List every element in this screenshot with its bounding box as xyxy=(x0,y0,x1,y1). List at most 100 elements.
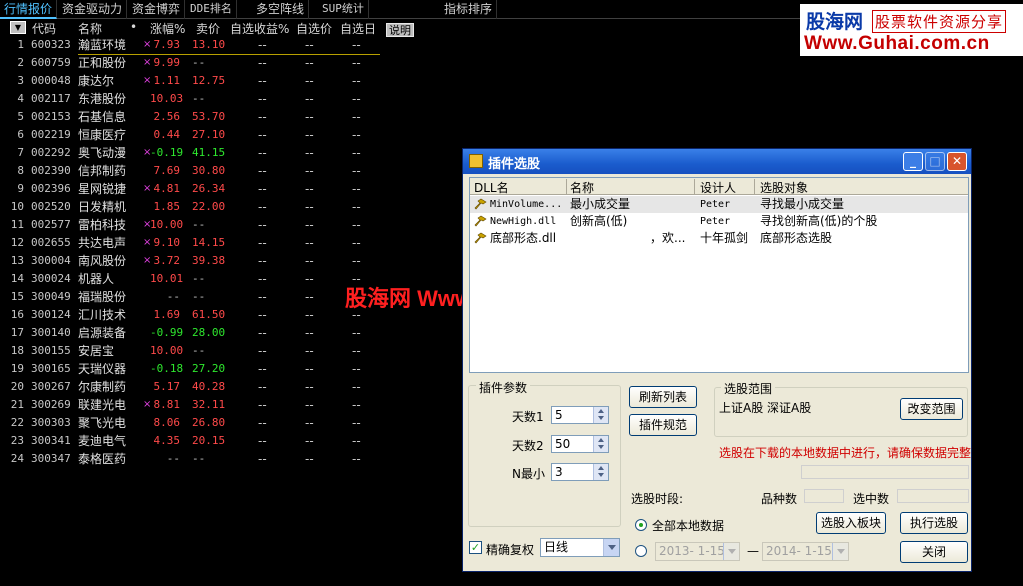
maximize-button[interactable]: □ xyxy=(925,152,945,171)
sort-down-icon[interactable]: ▼ xyxy=(10,21,26,34)
col-target[interactable]: 选股对象 xyxy=(760,179,808,196)
table-row[interactable]: 9 002396 星网锐捷 × 4.81 26.34 -- -- -- xyxy=(0,180,385,198)
close-icon[interactable]: ✕ xyxy=(947,152,967,171)
plugin-row[interactable]: 底部形态.dll ，欢... 十年孤剑 底部形态选股 xyxy=(470,230,968,247)
table-row[interactable]: 8 002390 信邦制药 7.69 30.80 -- -- -- xyxy=(0,162,385,180)
table-row[interactable]: 12 002655 共达电声 × 9.10 14.15 -- -- -- xyxy=(0,234,385,252)
tab-capital-drive[interactable]: 资金驱动力 xyxy=(58,0,128,19)
close-button[interactable]: 关闭 xyxy=(900,541,968,563)
col-plugin-name[interactable]: 名称 xyxy=(570,179,594,196)
table-row[interactable]: 18 300155 安居宝 10.00 -- -- -- -- xyxy=(0,342,385,360)
ask-price: 26.80 xyxy=(192,416,226,429)
table-row[interactable]: 15 300049 福瑞股份 -- -- -- -- -- xyxy=(0,288,385,306)
period-select[interactable]: 日线 xyxy=(540,538,620,557)
col-designer[interactable]: 设计人 xyxy=(700,179,736,196)
plugin-row[interactable]: MinVolume... 最小成交量 Peter 寻找最小成交量 xyxy=(470,196,968,213)
table-row[interactable]: 2 600759 正和股份 × 9.99 -- -- -- -- xyxy=(0,54,385,72)
tab-sup-stats[interactable]: SUP统计 xyxy=(318,0,369,19)
to-block-button[interactable]: 选股入板块 xyxy=(816,512,886,534)
nmin-stepper[interactable]: 3 xyxy=(551,463,609,481)
ask-price: 41.15 xyxy=(192,146,226,159)
table-row[interactable]: 16 300124 汇川技术 1.69 61.50 -- -- -- xyxy=(0,306,385,324)
table-row[interactable]: 22 300303 聚飞光电 8.06 26.80 -- -- -- xyxy=(0,414,385,432)
table-row[interactable]: 23 300341 麦迪电气 4.35 20.15 -- -- -- xyxy=(0,432,385,450)
tab-dde-rank[interactable]: DDE排名 xyxy=(186,0,237,19)
col-dll-name[interactable]: DLL名 xyxy=(474,179,509,196)
col-self-date[interactable]: 自选日 xyxy=(340,20,376,37)
ask-price: 27.10 xyxy=(192,128,226,141)
date-from-picker[interactable]: 2013- 1-15 xyxy=(655,542,740,561)
col-self-price[interactable]: 自选价 xyxy=(296,20,332,37)
days1-value: 5 xyxy=(555,408,563,422)
stock-name: 联建光电 xyxy=(78,398,127,412)
explain-button[interactable]: 说明 xyxy=(386,23,414,37)
table-row[interactable]: 14 300024 机器人 10.01 -- -- -- -- xyxy=(0,270,385,288)
stock-code: 600759 xyxy=(31,56,71,69)
self-return: -- xyxy=(258,182,267,196)
self-date: -- xyxy=(352,182,361,196)
col-ask-price[interactable]: 卖价 xyxy=(196,20,220,37)
table-row[interactable]: 13 300004 南风股份 × 3.72 39.38 -- -- -- xyxy=(0,252,385,270)
spin-arrows-icon[interactable] xyxy=(593,464,608,480)
stock-name: 共达电声 xyxy=(78,236,127,250)
table-row[interactable]: 20 300267 尔康制药 5.17 40.28 -- -- -- xyxy=(0,378,385,396)
tab-long-short[interactable]: 多空阵线 xyxy=(252,0,310,19)
tab-capital-game[interactable]: 资金博弈 xyxy=(128,0,186,19)
plugin-list[interactable]: DLL名 名称 设计人 选股对象 MinVolume... 最小成交量 Pete… xyxy=(469,177,969,373)
self-price: -- xyxy=(305,200,314,214)
stock-code: 600323 xyxy=(31,38,71,51)
table-row[interactable]: 11 002577 雷柏科技 × 10.00 -- -- -- -- xyxy=(0,216,385,234)
table-row[interactable]: 3 000048 康达尔 × 1.11 12.75 -- -- -- xyxy=(0,72,385,90)
self-date: -- xyxy=(352,38,361,52)
ask-price: 32.11 xyxy=(192,398,226,411)
change-pct: 3.72 xyxy=(153,254,181,267)
plugin-spec-button[interactable]: 插件规范 xyxy=(629,414,697,436)
table-row[interactable]: 17 300140 启源装备 -0.99 28.00 -- -- -- xyxy=(0,324,385,342)
ask-price: 12.75 xyxy=(192,74,226,87)
row-number: 5 xyxy=(17,110,24,123)
change-range-button[interactable]: 改变范围 xyxy=(900,398,963,420)
spin-arrows-icon[interactable] xyxy=(593,436,608,452)
change-pct: 10.00 xyxy=(150,344,184,357)
row-number: 11 xyxy=(10,218,24,231)
variety-label: 品种数 xyxy=(761,492,798,506)
date-to-picker[interactable]: 2014- 1-15 xyxy=(762,542,849,561)
table-row[interactable]: 4 002117 东港股份 10.03 -- -- -- -- xyxy=(0,90,385,108)
table-row[interactable]: 21 300269 联建光电 × 8.81 32.11 -- -- -- xyxy=(0,396,385,414)
chevron-down-icon[interactable] xyxy=(832,543,848,560)
ask-price: -- xyxy=(192,290,206,303)
table-row[interactable]: 1 600323 瀚蓝环境 × 7.93 13.10 -- -- -- xyxy=(0,36,385,54)
self-price: -- xyxy=(305,236,314,250)
col-name[interactable]: 名称 xyxy=(78,20,102,37)
chevron-down-icon[interactable] xyxy=(603,539,619,556)
tab-quotes[interactable]: 行情报价 xyxy=(0,0,58,19)
table-row[interactable]: 7 002292 奥飞动漫 × -0.19 41.15 -- -- -- xyxy=(0,144,385,162)
tab-indicator-sort[interactable]: 指标排序 xyxy=(440,0,498,19)
row-number: 13 xyxy=(10,254,24,267)
plugin-dll: 底部形态.dll xyxy=(490,231,557,245)
days1-stepper[interactable]: 5 xyxy=(551,406,609,424)
table-row[interactable]: 24 300347 泰格医药 -- -- -- -- -- xyxy=(0,450,385,468)
stock-name: 天瑞仪器 xyxy=(78,362,127,376)
col-self-return[interactable]: 自选收益% xyxy=(230,20,289,37)
table-row[interactable]: 19 300165 天瑞仪器 -0.18 27.20 -- -- -- xyxy=(0,360,385,378)
col-code[interactable]: 代码 xyxy=(32,20,56,37)
refresh-list-button[interactable]: 刷新列表 xyxy=(629,386,697,408)
row-number: 6 xyxy=(17,128,24,141)
all-data-radio[interactable] xyxy=(635,519,647,531)
spin-arrows-icon[interactable] xyxy=(593,407,608,423)
days2-stepper[interactable]: 50 xyxy=(551,435,609,453)
variety-count xyxy=(804,489,844,503)
ask-price: 22.00 xyxy=(192,200,226,213)
table-row[interactable]: 6 002219 恒康医疗 0.44 27.10 -- -- -- xyxy=(0,126,385,144)
col-change-pct[interactable]: 涨幅% xyxy=(150,20,185,37)
dialog-titlebar[interactable]: 插件选股 _ □ ✕ xyxy=(463,149,971,174)
table-row[interactable]: 5 002153 石基信息 2.56 53.70 -- -- -- xyxy=(0,108,385,126)
exact-adjust-checkbox[interactable]: ✓ xyxy=(469,541,482,554)
table-row[interactable]: 10 002520 日发精机 1.85 22.00 -- -- -- xyxy=(0,198,385,216)
chevron-down-icon[interactable] xyxy=(723,543,739,560)
date-range-radio[interactable] xyxy=(635,545,647,557)
plugin-row[interactable]: NewHigh.dll 创新高(低) Peter 寻找创新高(低)的个股 xyxy=(470,213,968,230)
minimize-button[interactable]: _ xyxy=(903,152,923,171)
run-select-button[interactable]: 执行选股 xyxy=(900,512,968,534)
